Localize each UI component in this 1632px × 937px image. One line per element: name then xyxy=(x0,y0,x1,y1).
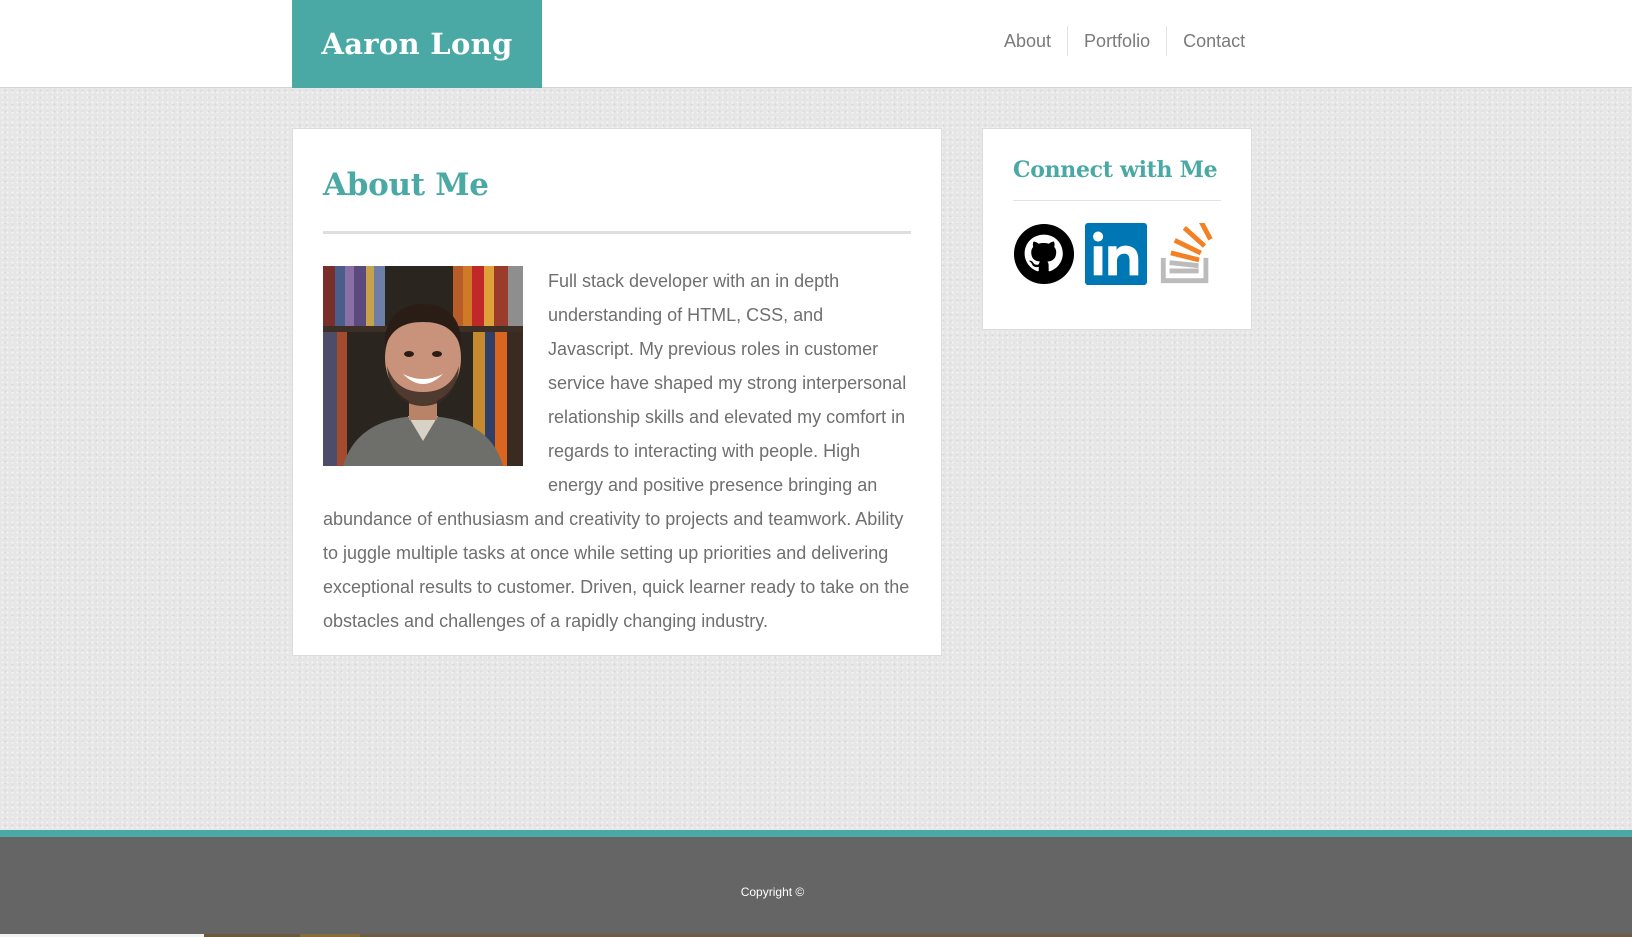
site-brand[interactable]: Aaron Long xyxy=(292,0,542,88)
nav-link-portfolio[interactable]: Portfolio xyxy=(1067,26,1166,56)
about-title: About Me xyxy=(323,167,489,203)
connect-card: Connect with Me xyxy=(982,128,1252,330)
about-divider xyxy=(323,231,911,234)
social-links xyxy=(1013,223,1221,285)
main-nav: About Portfolio Contact xyxy=(988,26,1261,56)
about-card: About Me Full stack developer with an in… xyxy=(292,128,942,656)
nav-link-about[interactable]: About xyxy=(988,26,1067,56)
profile-photo xyxy=(323,266,523,466)
connect-divider xyxy=(1013,200,1221,201)
nav-link-contact[interactable]: Contact xyxy=(1166,26,1261,56)
github-icon xyxy=(1013,223,1075,285)
stackoverflow-link[interactable] xyxy=(1157,223,1219,285)
linkedin-icon xyxy=(1085,223,1147,285)
site-header: Aaron Long About Portfolio Contact xyxy=(0,0,1632,88)
connect-title: Connect with Me xyxy=(1013,157,1218,183)
site-footer: Copyright © xyxy=(0,830,1632,937)
stackoverflow-icon xyxy=(1160,223,1213,284)
copyright-text: Copyright © xyxy=(740,885,805,899)
github-link[interactable] xyxy=(1013,223,1075,285)
linkedin-link[interactable] xyxy=(1085,223,1147,285)
